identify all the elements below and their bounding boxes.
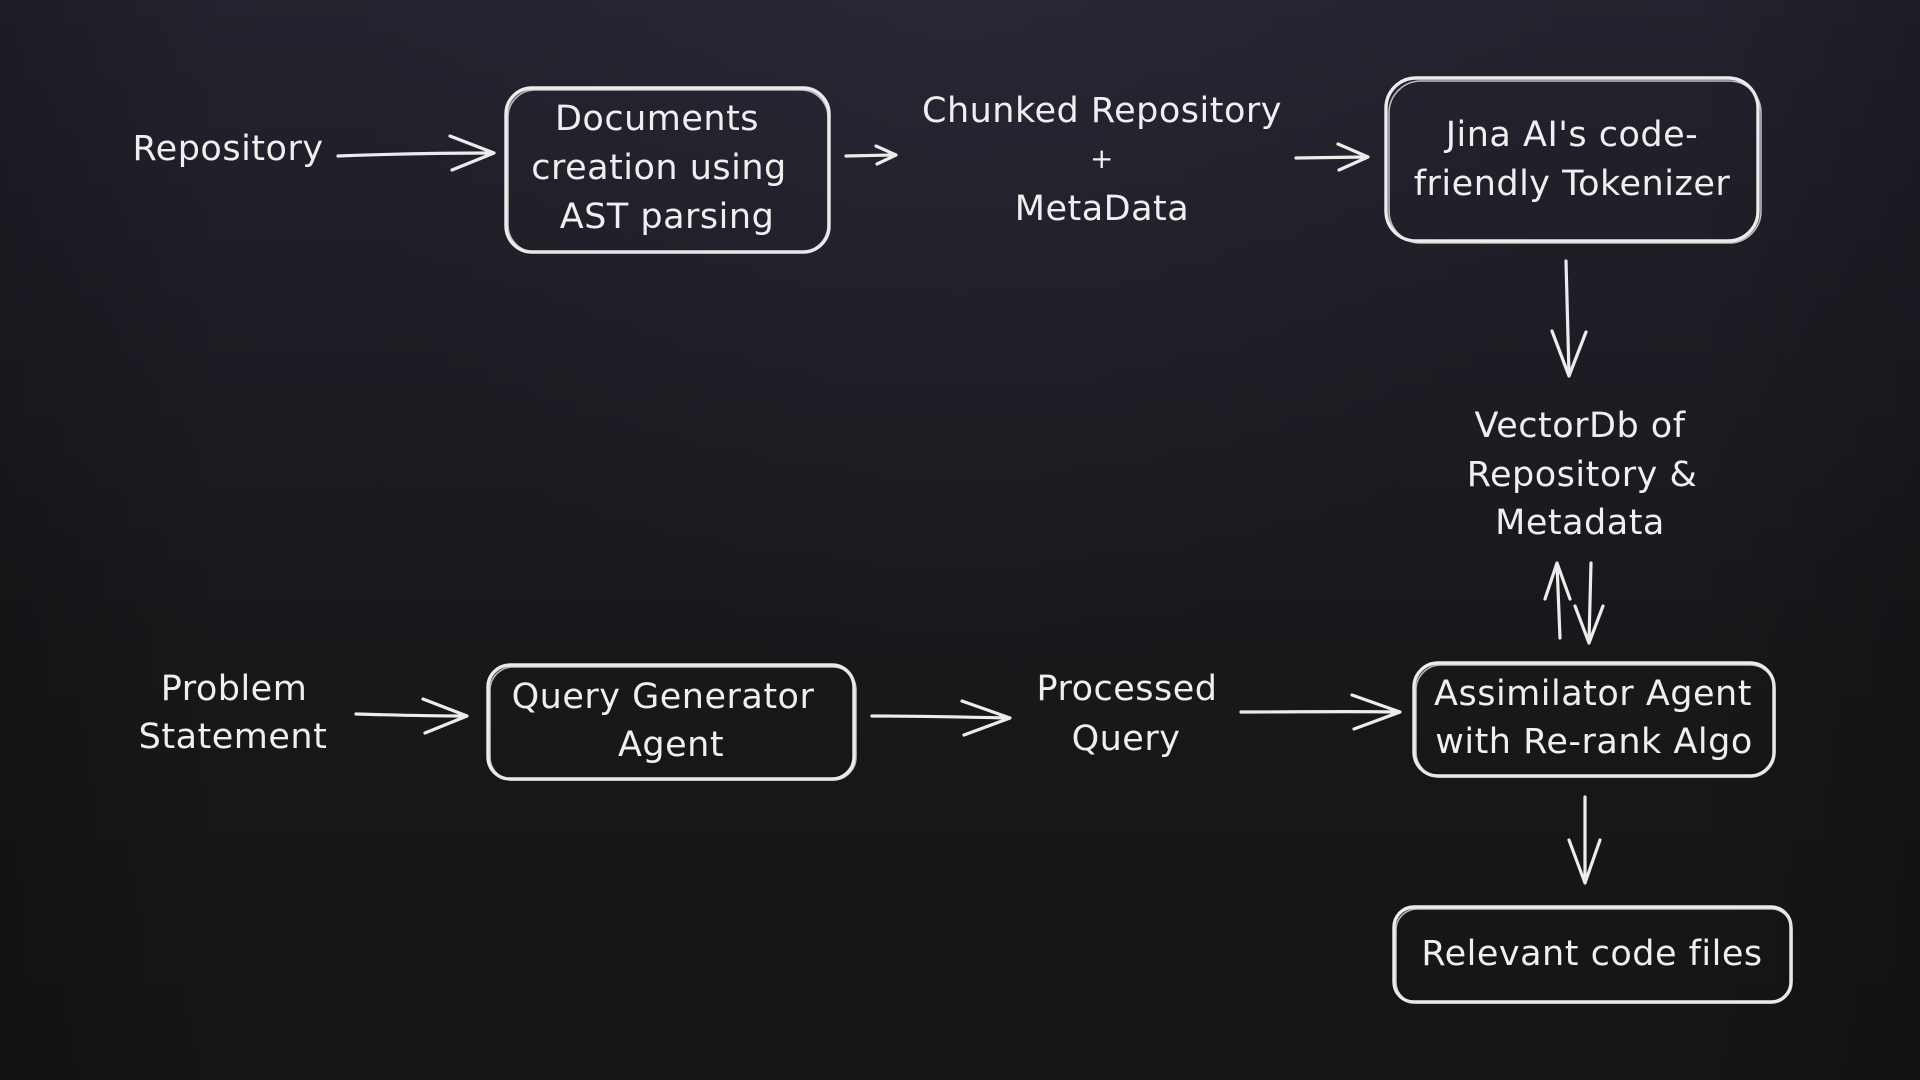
node-vectordb-line-3: Metadata [1495,503,1665,543]
node-jina-tokenizer-line-1: Jina AI's code- [1444,115,1699,155]
arrow-processed-query-to-assimilator [1239,693,1402,731]
node-query-generator-line-2: Agent [618,725,724,765]
arrow-jina-to-vectordb [1550,259,1588,378]
node-processed-query-line-1: Processed [1036,669,1217,709]
arrow-shaft [1294,155,1368,160]
node-jina-tokenizer: Jina AI's code- friendly Tokenizer [1384,76,1762,244]
arrow-shaft [870,714,1010,720]
node-assimilator-agent-line-1: Assimilator Agent [1434,674,1752,714]
node-repository: Repository [132,129,323,169]
node-vectordb: VectorDb of Repository & Metadata [1467,406,1698,543]
arrow-shaft [354,712,468,718]
node-processed-query-line-2: Query [1072,719,1181,759]
node-documents-creation-line-2: creation using [531,148,787,188]
node-documents-creation-line-1: Documents [555,99,759,139]
node-chunked-repository: Chunked Repository + MetaData [922,91,1282,229]
node-problem-statement-line-1: Problem [161,669,308,709]
node-vectordb-line-1: VectorDb of [1474,406,1685,446]
node-jina-tokenizer-box-sketch [1388,80,1762,244]
arrow-problem-to-query-generator [354,697,469,735]
node-assimilator-agent-line-2: with Re-rank Algo [1435,722,1753,762]
arrow-repository-to-documents [336,134,496,172]
node-query-generator-line-1: Query Generator [512,677,815,717]
node-processed-query: Processed Query [1036,669,1217,759]
arrow-documents-to-chunked [844,144,898,166]
arrow-shaft [844,153,896,158]
node-relevant-code-files: Relevant code files [1392,905,1793,1004]
node-documents-creation: Documents creation using AST parsing [504,86,831,254]
node-chunked-repository-line-1: Chunked Repository [922,91,1282,131]
arrow-shaft [336,151,494,158]
node-problem-statement-line-2: Statement [139,717,328,757]
node-relevant-code-files-line-1: Relevant code files [1421,934,1762,974]
pipeline-diagram: Repository Documents creation using AST … [132,76,1793,1004]
node-jina-tokenizer-box [1384,76,1760,243]
node-chunked-repository-line-3: MetaData [1015,189,1189,229]
arrow-shaft [1564,259,1571,376]
arrow-assimilator-to-relevant-files [1567,795,1602,885]
node-chunked-repository-line-2: + [1090,142,1114,175]
arrow-vectordb-to-assimilator [1573,561,1605,645]
arrow-shaft [1555,562,1562,640]
node-documents-creation-line-3: AST parsing [560,197,775,237]
arrow-chunked-to-jina [1294,142,1370,172]
node-repository-line-1: Repository [132,129,323,169]
node-assimilator-agent: Assimilator Agent with Re-rank Algo [1412,661,1776,778]
arrow-query-generator-to-processed-query [870,699,1012,737]
node-query-generator: Query Generator Agent [486,663,857,781]
node-jina-tokenizer-line-2: friendly Tokenizer [1414,164,1731,204]
node-problem-statement: Problem Statement [139,669,328,757]
arrow-shaft [1587,561,1593,643]
node-vectordb-line-2: Repository & [1467,455,1698,495]
arrow-assimilator-to-vectordb [1543,561,1572,640]
